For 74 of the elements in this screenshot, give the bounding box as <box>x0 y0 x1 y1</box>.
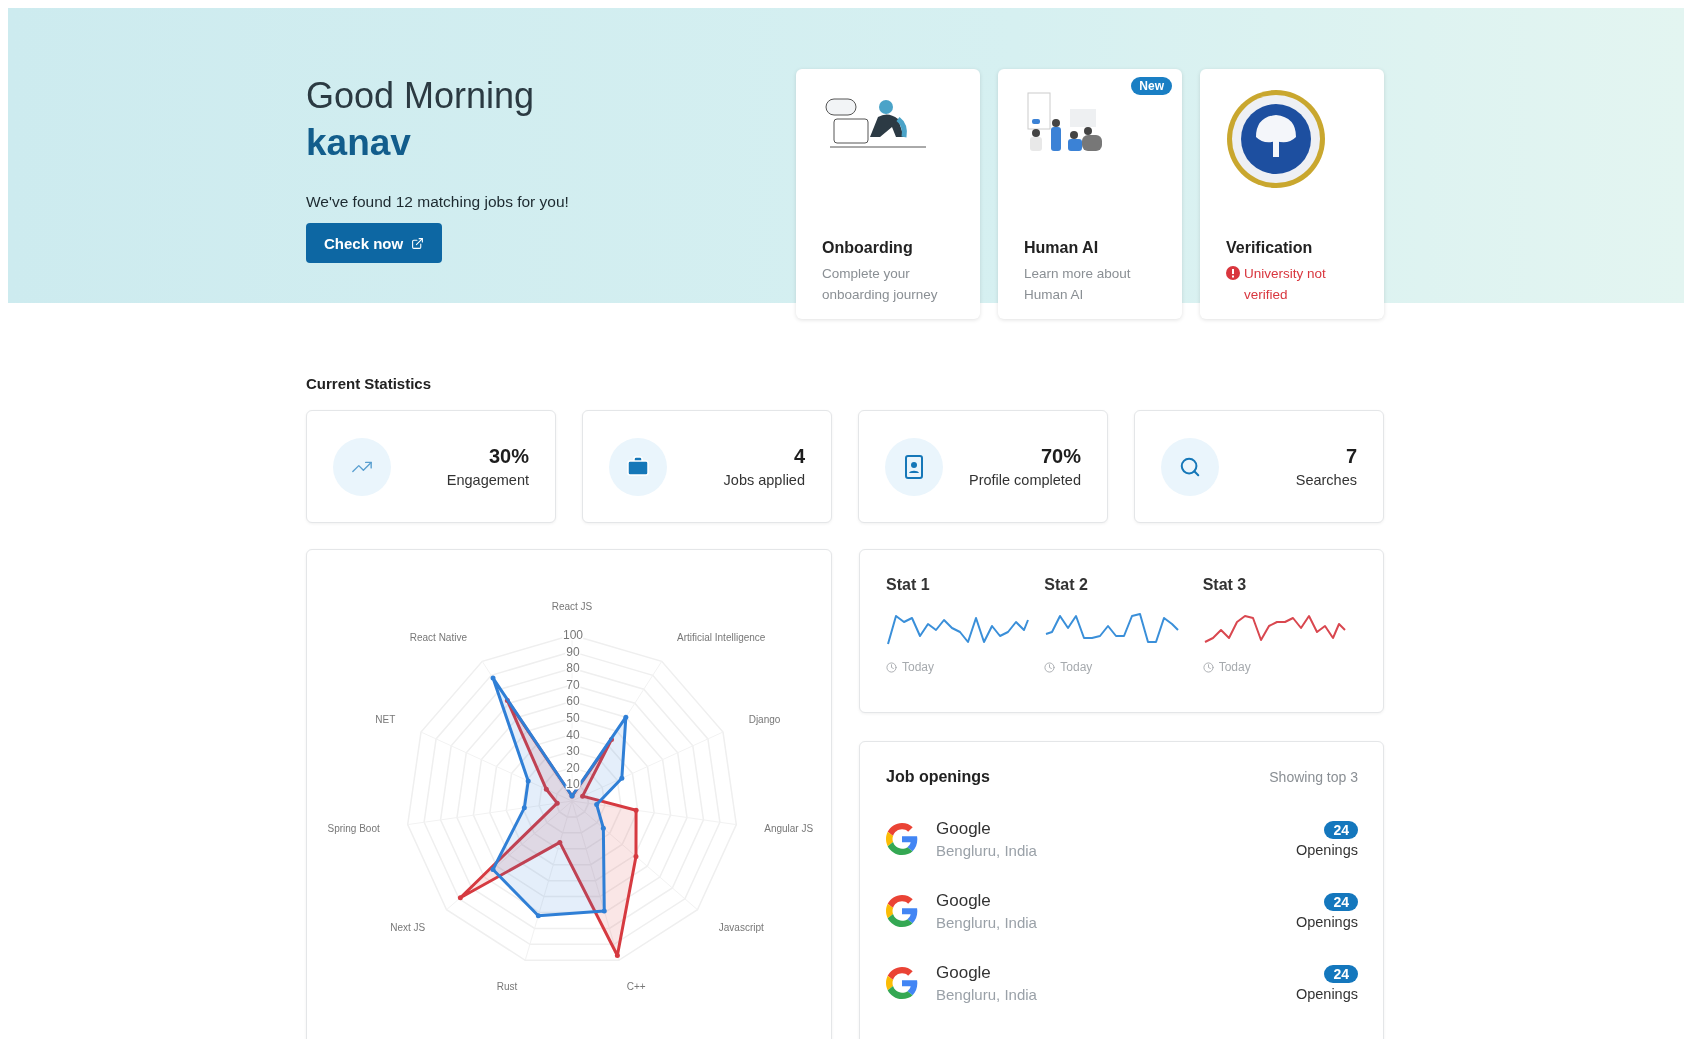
new-badge: New <box>1131 77 1172 95</box>
id-card-icon <box>903 454 925 479</box>
card-title: Verification <box>1226 239 1314 257</box>
stat-label: Searches <box>1295 472 1357 488</box>
clock-icon <box>886 661 897 673</box>
axis-label: NET <box>375 714 396 726</box>
time-caption: Today <box>1060 660 1093 674</box>
google-logo-icon <box>886 967 918 999</box>
axis-label: Angular JS <box>764 822 814 834</box>
company-name: Google <box>936 963 992 983</box>
feature-card[interactable]: New Human AI Learn more about Human AI <box>998 69 1182 319</box>
greeting-title: Good Morning <box>306 75 535 117</box>
card-description: Complete your onboarding journey <box>822 265 939 304</box>
stat-label: Profile completed <box>968 472 1081 488</box>
stat-title: Stat 1 <box>886 576 930 594</box>
openings-count-badge: 24 <box>1324 892 1358 911</box>
company-name: Google <box>936 819 992 839</box>
openings-count-badge: 24 <box>1324 820 1358 839</box>
search-icon <box>1179 455 1201 478</box>
company-name: Google <box>936 891 992 911</box>
axis-label: Django <box>748 714 781 726</box>
card-title: Job openings <box>886 768 990 786</box>
showing-note: Showing top 3 <box>1269 769 1358 785</box>
openings-label: Openings <box>1295 985 1358 1002</box>
stat-label: Jobs applied <box>723 472 805 488</box>
section-title: Current Statistics <box>306 375 433 392</box>
axis-label: Spring Boot <box>327 822 380 834</box>
openings-label: Openings <box>1295 913 1358 930</box>
job-location: Bengluru, India <box>936 842 1038 859</box>
stat-label: Engagement <box>446 472 529 488</box>
stat-title: Stat 2 <box>1044 576 1088 594</box>
tick-label: 80 <box>566 661 580 676</box>
matching-jobs-message: We've found 12 matching jobs for you! <box>306 193 569 211</box>
error-icon <box>1226 266 1240 280</box>
tick-label: 60 <box>566 694 580 709</box>
axis-label: React JS <box>551 600 593 612</box>
feature-card[interactable]: Onboarding Complete your onboarding journey <box>796 69 980 319</box>
google-logo-icon <box>886 823 918 855</box>
openings-label: Openings <box>1295 841 1358 858</box>
external-link-icon <box>411 236 425 250</box>
feature-card[interactable]: Verification University not verified <box>1200 69 1384 319</box>
time-caption: Today <box>902 660 935 674</box>
axis-label: Next JS <box>390 922 426 934</box>
tick-label: 90 <box>566 644 580 659</box>
job-location: Bengluru, India <box>936 986 1038 1003</box>
clock-icon <box>1202 661 1214 673</box>
stat-value: 7 <box>1345 445 1357 468</box>
stat-value: 30% <box>488 445 529 468</box>
openings-count-badge: 24 <box>1324 964 1358 983</box>
clock-icon <box>1044 661 1056 673</box>
briefcase-icon <box>626 454 650 479</box>
axis-label: Rust <box>496 981 518 993</box>
tick-label: 40 <box>566 727 580 742</box>
card-description: Learn more about Human AI <box>1024 265 1132 304</box>
tick-label: 20 <box>566 760 580 775</box>
stat-value: 4 <box>793 445 805 468</box>
stat-value: 70% <box>1040 445 1081 468</box>
status-text: University not verified <box>1244 265 1327 304</box>
tick-label: 70 <box>566 677 580 692</box>
axis-label: Artificial Intelligence <box>677 631 766 643</box>
job-location: Bengluru, India <box>936 914 1038 931</box>
axis-label: Javascript <box>718 922 764 934</box>
stat-title: Stat 3 <box>1202 576 1247 594</box>
tick-label: 50 <box>566 711 580 725</box>
tick-label: 100 <box>563 628 583 642</box>
check-now-button[interactable]: Check now <box>306 223 443 263</box>
axis-label: C++ <box>626 981 646 993</box>
axis-label: React Native <box>409 631 467 643</box>
user-name: kanav <box>306 121 411 165</box>
tick-label: 30 <box>566 744 580 759</box>
time-caption: Today <box>1218 660 1251 674</box>
google-logo-icon <box>886 895 918 927</box>
card-title: Human AI <box>1024 239 1100 257</box>
card-title: Onboarding <box>822 239 914 257</box>
